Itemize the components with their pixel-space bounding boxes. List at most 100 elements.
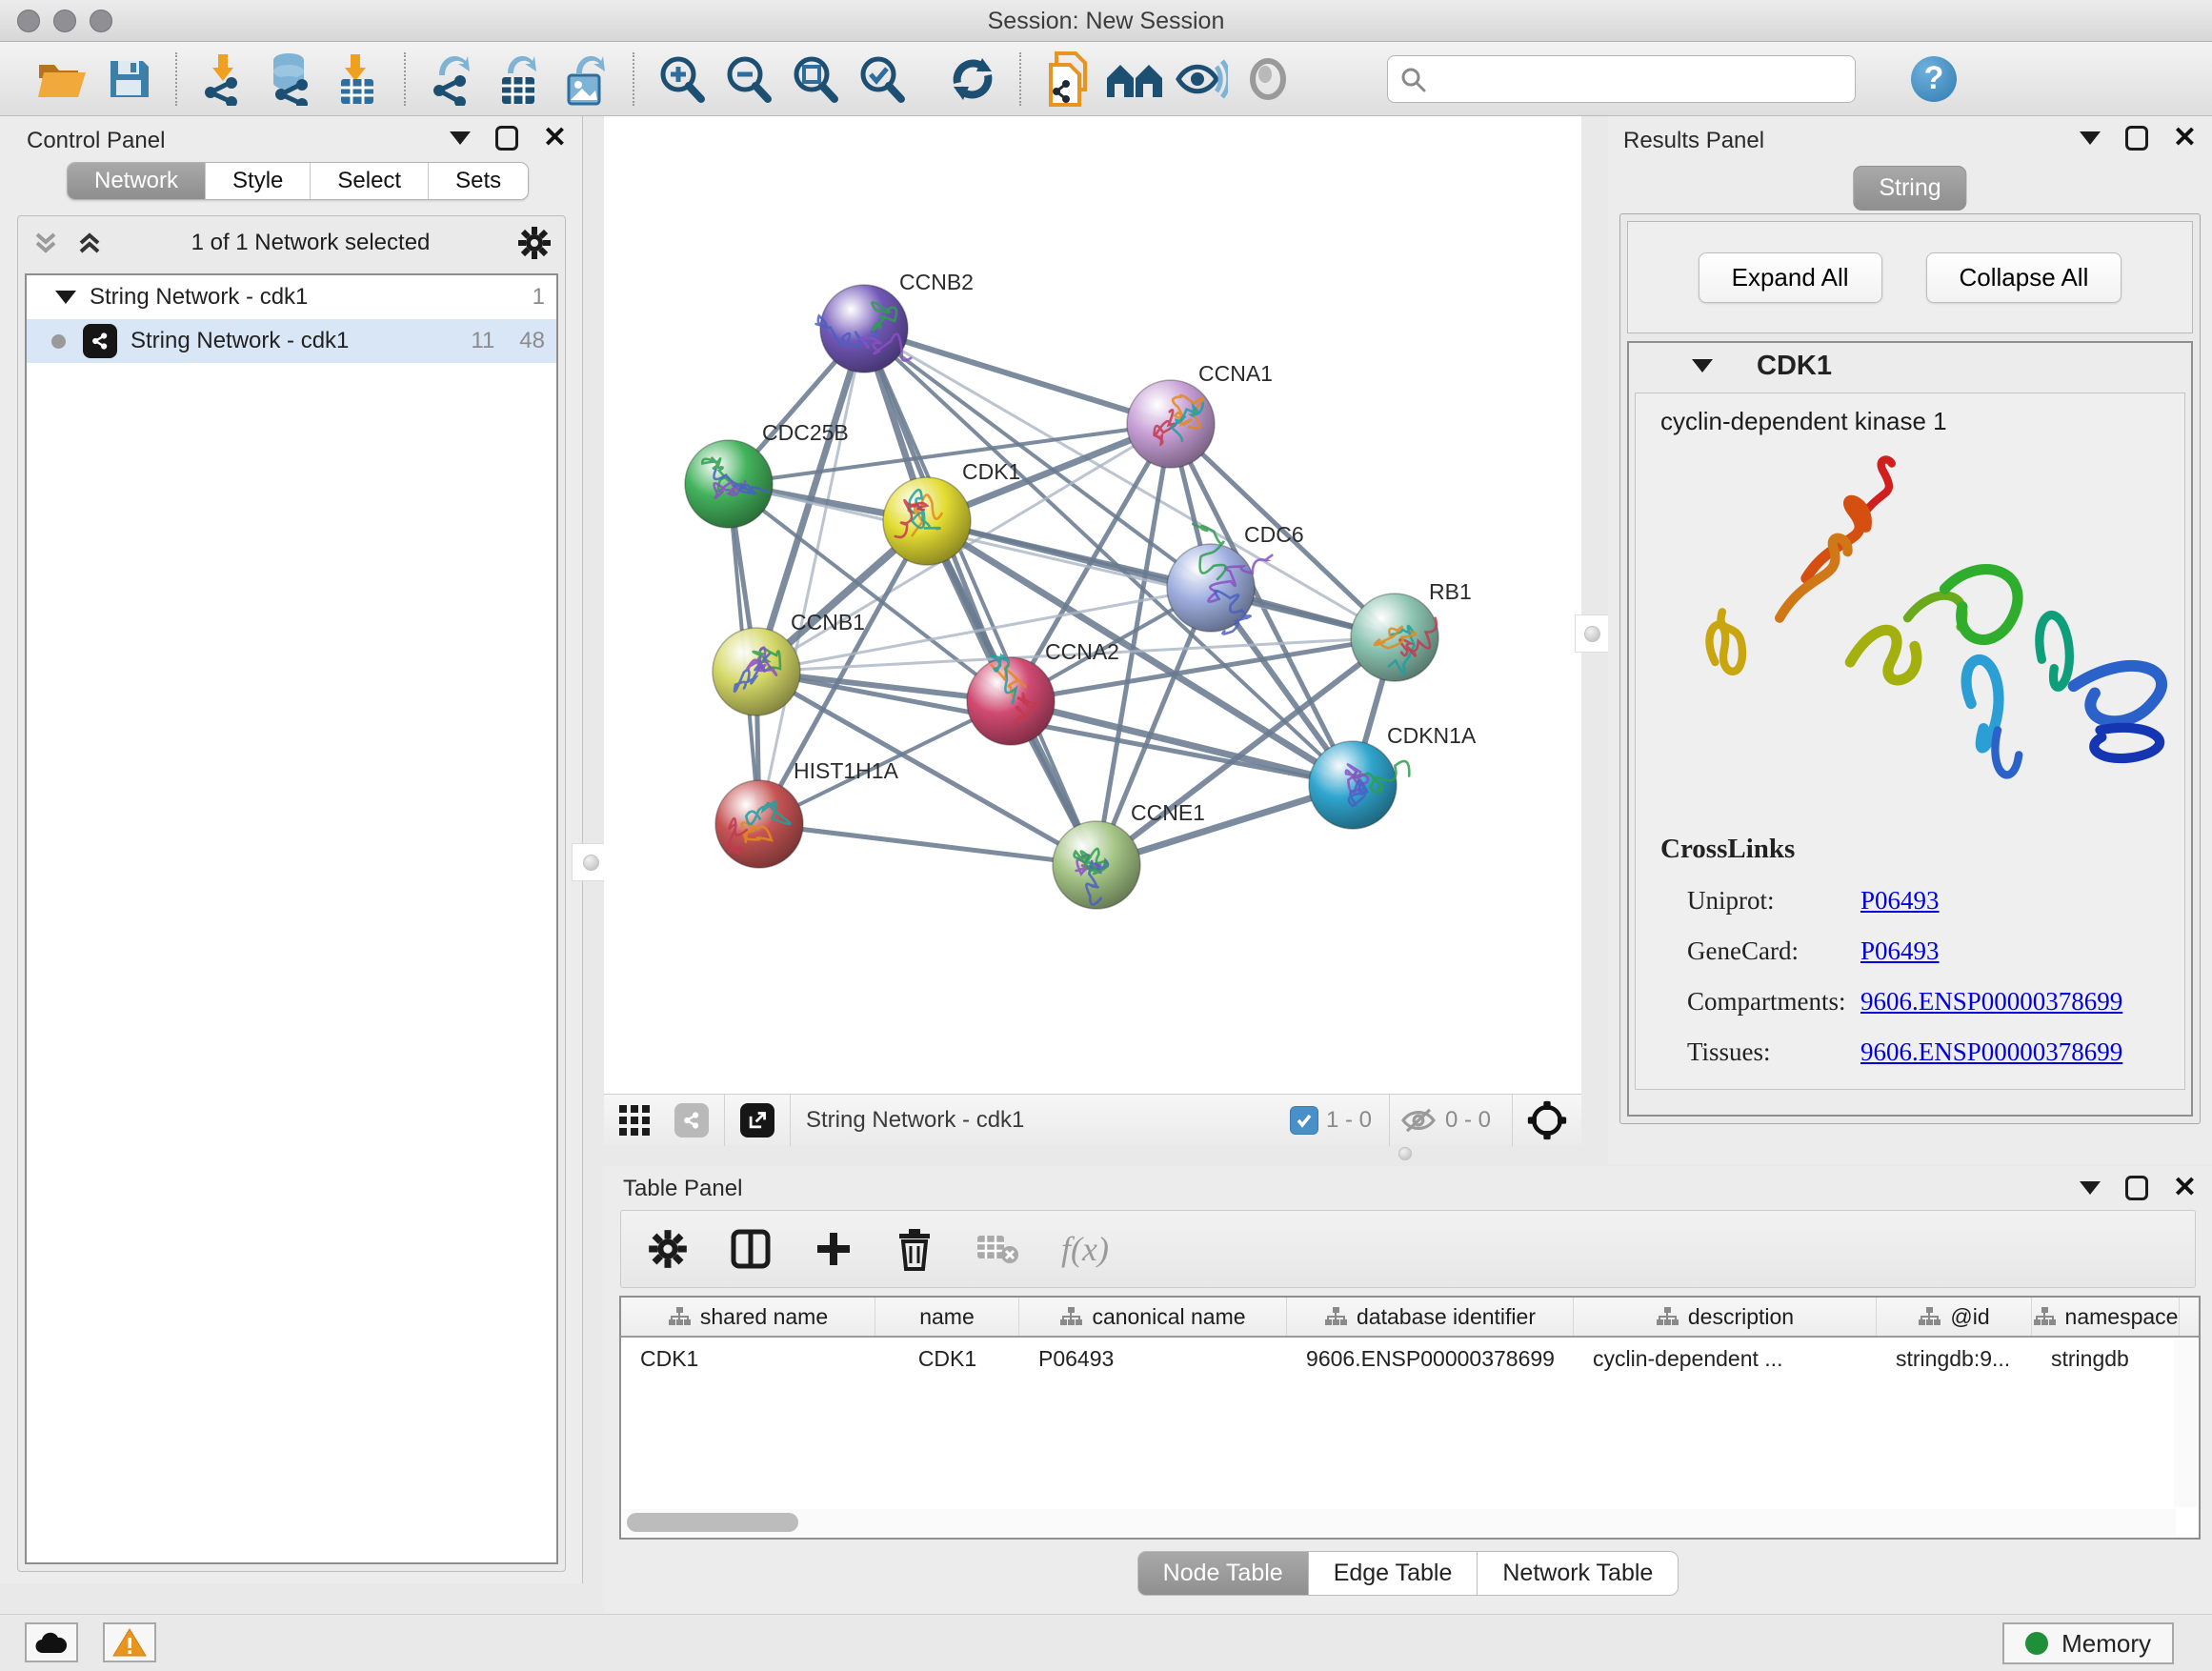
collapse-node-icon[interactable] [1692, 359, 1713, 372]
tab-sets[interactable]: Sets [429, 163, 528, 199]
column-header-description[interactable]: description [1574, 1298, 1877, 1336]
tab-string[interactable]: String [1853, 166, 1966, 211]
column-header-database-identifier[interactable]: database identifier [1287, 1298, 1574, 1336]
crosslink-label: Tissues: [1660, 1037, 1860, 1067]
collapse-all-button[interactable]: Collapse All [1926, 252, 2122, 303]
import-table-file-button[interactable] [324, 49, 391, 110]
network-node-HIST1H1A[interactable] [715, 780, 803, 868]
tab-network[interactable]: Network [68, 163, 206, 199]
control-panel-tabs: Network Style Select Sets [67, 162, 529, 200]
crosslink-link[interactable]: P06493 [1860, 936, 1940, 966]
crosslink-link[interactable]: 9606.ENSP00000378699 [1860, 987, 2122, 1017]
search-box[interactable] [1387, 55, 1856, 103]
eye-disabled-icon [1244, 57, 1292, 101]
crosslink-link[interactable]: P06493 [1860, 1088, 1940, 1090]
panel-float-icon[interactable] [2125, 126, 2148, 151]
zoom-selected-button[interactable] [848, 49, 915, 110]
table-row[interactable]: CDK1CDK1P064939606.ENSP00000378699cyclin… [621, 1338, 2199, 1379]
network-collection-row[interactable]: String Network - cdk1 1 [27, 275, 556, 319]
apply-layout-button[interactable] [939, 49, 1006, 110]
column-header-canonical-name[interactable]: canonical name [1019, 1298, 1287, 1336]
column-header-shared-name[interactable]: shared name [621, 1298, 875, 1336]
column-header--id[interactable]: @id [1877, 1298, 2032, 1336]
network-from-document-button[interactable] [1035, 49, 1101, 110]
export-table-button[interactable] [486, 49, 553, 110]
import-network-database-button[interactable] [257, 49, 324, 110]
expand-all-chevron-icon[interactable] [75, 229, 104, 257]
column-header-name[interactable]: name [875, 1298, 1019, 1336]
network-node-CDK1[interactable] [883, 477, 971, 565]
cloud-status-button[interactable] [25, 1622, 78, 1662]
help-button[interactable]: ? [1911, 56, 1957, 102]
crosslink-link[interactable]: 9606.ENSP00000378699 [1860, 1037, 2122, 1067]
table-settings-gear-icon[interactable] [648, 1229, 688, 1269]
network-row[interactable]: String Network - cdk1 11 48 [27, 319, 556, 363]
panel-close-icon[interactable]: ✕ [543, 126, 567, 151]
network-node-CDC25B[interactable] [685, 440, 773, 528]
gear-icon[interactable] [517, 226, 552, 260]
network-node-label-CDC6: CDC6 [1244, 522, 1304, 547]
detach-view-icon[interactable] [740, 1103, 774, 1137]
network-node-CDKN1A[interactable] [1309, 741, 1409, 829]
hidden-node-edge-count: 0 - 0 [1445, 1107, 1491, 1134]
hide-graphics-details-button[interactable] [1235, 49, 1301, 110]
table-horizontal-scrollbar[interactable] [623, 1509, 2176, 1536]
panel-close-icon[interactable]: ✕ [2173, 1176, 2197, 1200]
export-network-button[interactable] [419, 49, 486, 110]
crosslink-link[interactable]: P06493 [1860, 886, 1940, 916]
zoom-out-button[interactable] [714, 49, 781, 110]
panel-menu-icon[interactable] [2080, 131, 2101, 145]
crosslink-label: Uniprot: [1660, 886, 1860, 916]
panel-menu-icon[interactable] [450, 131, 471, 145]
network-node-CCNB1[interactable] [713, 628, 800, 715]
network-node-RB1[interactable] [1351, 594, 1438, 681]
tab-network-table[interactable]: Network Table [1478, 1551, 1679, 1596]
grid-view-icon[interactable] [617, 1103, 652, 1137]
panel-float-icon[interactable] [2125, 1176, 2148, 1200]
collection-expand-icon[interactable] [55, 291, 76, 304]
function-builder-icon[interactable]: f(x) [1061, 1229, 1109, 1269]
bottom-splitter-handle[interactable] [1386, 1143, 1424, 1164]
network-edge-CCNB2-CCNE1[interactable] [864, 329, 1096, 865]
column-header-namespace[interactable]: namespace [2032, 1298, 2180, 1336]
panel-close-icon[interactable]: ✕ [2173, 126, 2197, 151]
hidden-elements-eye-icon[interactable] [1399, 1105, 1438, 1136]
network-view-type-icon[interactable] [674, 1103, 709, 1137]
collapse-all-chevron-icon[interactable] [31, 229, 60, 257]
expand-all-button[interactable]: Expand All [1699, 252, 1882, 303]
tab-style[interactable]: Style [206, 163, 311, 199]
zoom-fit-button[interactable] [781, 49, 848, 110]
network-canvas[interactable]: CCNB2CCNA1CDC25BCDK1CDC6RB1CCNB1CCNA2CDK… [604, 116, 1581, 1094]
tab-select[interactable]: Select [311, 163, 429, 199]
delete-table-icon[interactable] [975, 1232, 1019, 1266]
show-columns-icon[interactable] [730, 1228, 772, 1270]
add-column-icon[interactable] [814, 1229, 854, 1269]
zoom-in-button[interactable] [648, 49, 714, 110]
scrollbar-thumb[interactable] [627, 1513, 798, 1532]
tab-edge-table[interactable]: Edge Table [1309, 1551, 1478, 1596]
tab-node-table[interactable]: Node Table [1137, 1551, 1309, 1596]
save-session-button[interactable] [95, 49, 162, 110]
node-details-header[interactable]: CDK1 [1629, 343, 2191, 389]
export-image-button[interactable] [553, 49, 619, 110]
delete-column-icon[interactable] [895, 1227, 934, 1271]
panel-menu-icon[interactable] [2080, 1181, 2101, 1195]
network-node-CCNA1[interactable] [1127, 380, 1215, 468]
show-hide-graphics-button[interactable] [1168, 49, 1235, 110]
panel-float-icon[interactable] [495, 126, 518, 151]
table-vertical-scrollbar[interactable] [2174, 1339, 2197, 1507]
right-splitter-handle[interactable] [1575, 614, 1609, 653]
search-input[interactable] [1436, 66, 1843, 92]
open-session-button[interactable] [29, 49, 95, 110]
network-node-CCNA2[interactable] [967, 655, 1055, 745]
birds-eye-view-icon[interactable] [1526, 1099, 1568, 1141]
network-edge-CCNB2-CCNA1[interactable] [864, 329, 1171, 424]
memory-button[interactable]: Memory [2002, 1622, 2174, 1664]
network-node-CCNE1[interactable] [1053, 821, 1140, 909]
import-network-file-button[interactable] [191, 49, 257, 110]
warnings-button[interactable] [103, 1622, 156, 1662]
network-node-label-CCNB1: CCNB1 [791, 610, 865, 634]
show-all-views-button[interactable] [1101, 49, 1168, 110]
network-edge-HIST1H1A-CCNE1[interactable] [759, 824, 1096, 865]
selected-elements-checkbox[interactable] [1290, 1106, 1318, 1135]
